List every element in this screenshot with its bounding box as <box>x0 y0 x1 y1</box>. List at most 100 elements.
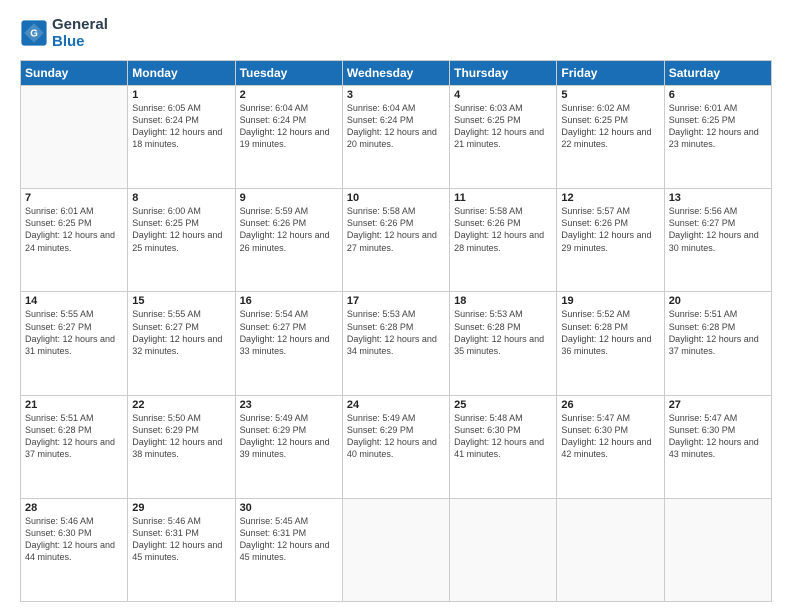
day-number: 23 <box>240 399 338 411</box>
day-number: 16 <box>240 295 338 307</box>
calendar-cell: 1Sunrise: 6:05 AMSunset: 6:24 PMDaylight… <box>128 86 235 189</box>
calendar-cell: 22Sunrise: 5:50 AMSunset: 6:29 PMDayligh… <box>128 395 235 498</box>
day-number: 14 <box>25 295 123 307</box>
day-number: 26 <box>561 399 659 411</box>
calendar-cell: 15Sunrise: 5:55 AMSunset: 6:27 PMDayligh… <box>128 292 235 395</box>
day-info: Sunrise: 5:49 AMSunset: 6:29 PMDaylight:… <box>347 412 445 461</box>
day-info: Sunrise: 5:46 AMSunset: 6:31 PMDaylight:… <box>132 515 230 564</box>
weekday-header-friday: Friday <box>557 61 664 86</box>
calendar-cell: 14Sunrise: 5:55 AMSunset: 6:27 PMDayligh… <box>21 292 128 395</box>
day-info: Sunrise: 5:54 AMSunset: 6:27 PMDaylight:… <box>240 308 338 357</box>
calendar-cell: 7Sunrise: 6:01 AMSunset: 6:25 PMDaylight… <box>21 189 128 292</box>
day-info: Sunrise: 5:48 AMSunset: 6:30 PMDaylight:… <box>454 412 552 461</box>
day-info: Sunrise: 6:04 AMSunset: 6:24 PMDaylight:… <box>240 102 338 151</box>
weekday-header-wednesday: Wednesday <box>342 61 449 86</box>
logo-text: General Blue <box>52 16 108 50</box>
weekday-header-row: SundayMondayTuesdayWednesdayThursdayFrid… <box>21 61 772 86</box>
day-info: Sunrise: 5:47 AMSunset: 6:30 PMDaylight:… <box>561 412 659 461</box>
day-info: Sunrise: 6:01 AMSunset: 6:25 PMDaylight:… <box>669 102 767 151</box>
day-info: Sunrise: 6:02 AMSunset: 6:25 PMDaylight:… <box>561 102 659 151</box>
day-number: 13 <box>669 192 767 204</box>
calendar-cell: 20Sunrise: 5:51 AMSunset: 6:28 PMDayligh… <box>664 292 771 395</box>
calendar-cell: 17Sunrise: 5:53 AMSunset: 6:28 PMDayligh… <box>342 292 449 395</box>
logo: G General Blue <box>20 16 108 50</box>
calendar-week-row: 1Sunrise: 6:05 AMSunset: 6:24 PMDaylight… <box>21 86 772 189</box>
day-number: 6 <box>669 89 767 101</box>
calendar-cell: 26Sunrise: 5:47 AMSunset: 6:30 PMDayligh… <box>557 395 664 498</box>
day-number: 9 <box>240 192 338 204</box>
day-info: Sunrise: 5:53 AMSunset: 6:28 PMDaylight:… <box>454 308 552 357</box>
day-info: Sunrise: 6:00 AMSunset: 6:25 PMDaylight:… <box>132 205 230 254</box>
calendar-cell: 10Sunrise: 5:58 AMSunset: 6:26 PMDayligh… <box>342 189 449 292</box>
calendar-week-row: 21Sunrise: 5:51 AMSunset: 6:28 PMDayligh… <box>21 395 772 498</box>
calendar-cell <box>664 498 771 601</box>
day-number: 19 <box>561 295 659 307</box>
calendar-cell: 29Sunrise: 5:46 AMSunset: 6:31 PMDayligh… <box>128 498 235 601</box>
day-number: 10 <box>347 192 445 204</box>
day-number: 30 <box>240 502 338 514</box>
calendar-cell: 11Sunrise: 5:58 AMSunset: 6:26 PMDayligh… <box>450 189 557 292</box>
day-info: Sunrise: 6:01 AMSunset: 6:25 PMDaylight:… <box>25 205 123 254</box>
weekday-header-monday: Monday <box>128 61 235 86</box>
day-info: Sunrise: 5:50 AMSunset: 6:29 PMDaylight:… <box>132 412 230 461</box>
day-info: Sunrise: 5:51 AMSunset: 6:28 PMDaylight:… <box>669 308 767 357</box>
calendar-cell: 6Sunrise: 6:01 AMSunset: 6:25 PMDaylight… <box>664 86 771 189</box>
calendar-page: G General Blue SundayMondayTuesdayWednes… <box>0 0 792 612</box>
calendar-cell <box>21 86 128 189</box>
calendar-cell: 25Sunrise: 5:48 AMSunset: 6:30 PMDayligh… <box>450 395 557 498</box>
calendar-cell: 28Sunrise: 5:46 AMSunset: 6:30 PMDayligh… <box>21 498 128 601</box>
day-info: Sunrise: 5:49 AMSunset: 6:29 PMDaylight:… <box>240 412 338 461</box>
day-number: 11 <box>454 192 552 204</box>
day-info: Sunrise: 6:03 AMSunset: 6:25 PMDaylight:… <box>454 102 552 151</box>
day-number: 28 <box>25 502 123 514</box>
calendar-cell: 24Sunrise: 5:49 AMSunset: 6:29 PMDayligh… <box>342 395 449 498</box>
svg-text:G: G <box>30 29 38 40</box>
day-number: 4 <box>454 89 552 101</box>
calendar-cell: 9Sunrise: 5:59 AMSunset: 6:26 PMDaylight… <box>235 189 342 292</box>
calendar-cell: 12Sunrise: 5:57 AMSunset: 6:26 PMDayligh… <box>557 189 664 292</box>
day-number: 22 <box>132 399 230 411</box>
day-number: 7 <box>25 192 123 204</box>
day-number: 29 <box>132 502 230 514</box>
day-info: Sunrise: 5:58 AMSunset: 6:26 PMDaylight:… <box>454 205 552 254</box>
day-number: 18 <box>454 295 552 307</box>
day-info: Sunrise: 5:58 AMSunset: 6:26 PMDaylight:… <box>347 205 445 254</box>
calendar-week-row: 14Sunrise: 5:55 AMSunset: 6:27 PMDayligh… <box>21 292 772 395</box>
calendar-week-row: 7Sunrise: 6:01 AMSunset: 6:25 PMDaylight… <box>21 189 772 292</box>
calendar-cell <box>342 498 449 601</box>
calendar-cell: 30Sunrise: 5:45 AMSunset: 6:31 PMDayligh… <box>235 498 342 601</box>
day-number: 1 <box>132 89 230 101</box>
page-header: G General Blue <box>20 16 772 50</box>
calendar-week-row: 28Sunrise: 5:46 AMSunset: 6:30 PMDayligh… <box>21 498 772 601</box>
calendar-cell <box>450 498 557 601</box>
day-number: 15 <box>132 295 230 307</box>
day-info: Sunrise: 5:46 AMSunset: 6:30 PMDaylight:… <box>25 515 123 564</box>
day-info: Sunrise: 5:47 AMSunset: 6:30 PMDaylight:… <box>669 412 767 461</box>
calendar-cell: 19Sunrise: 5:52 AMSunset: 6:28 PMDayligh… <box>557 292 664 395</box>
calendar-cell: 5Sunrise: 6:02 AMSunset: 6:25 PMDaylight… <box>557 86 664 189</box>
weekday-header-tuesday: Tuesday <box>235 61 342 86</box>
calendar-cell: 16Sunrise: 5:54 AMSunset: 6:27 PMDayligh… <box>235 292 342 395</box>
calendar-cell: 2Sunrise: 6:04 AMSunset: 6:24 PMDaylight… <box>235 86 342 189</box>
day-number: 12 <box>561 192 659 204</box>
weekday-header-thursday: Thursday <box>450 61 557 86</box>
day-number: 17 <box>347 295 445 307</box>
day-number: 21 <box>25 399 123 411</box>
day-number: 24 <box>347 399 445 411</box>
day-info: Sunrise: 6:04 AMSunset: 6:24 PMDaylight:… <box>347 102 445 151</box>
calendar-cell: 3Sunrise: 6:04 AMSunset: 6:24 PMDaylight… <box>342 86 449 189</box>
weekday-header-sunday: Sunday <box>21 61 128 86</box>
calendar-cell: 21Sunrise: 5:51 AMSunset: 6:28 PMDayligh… <box>21 395 128 498</box>
day-info: Sunrise: 5:51 AMSunset: 6:28 PMDaylight:… <box>25 412 123 461</box>
day-info: Sunrise: 5:45 AMSunset: 6:31 PMDaylight:… <box>240 515 338 564</box>
calendar-table: SundayMondayTuesdayWednesdayThursdayFrid… <box>20 60 772 602</box>
day-info: Sunrise: 5:56 AMSunset: 6:27 PMDaylight:… <box>669 205 767 254</box>
day-number: 2 <box>240 89 338 101</box>
day-info: Sunrise: 5:52 AMSunset: 6:28 PMDaylight:… <box>561 308 659 357</box>
day-number: 5 <box>561 89 659 101</box>
day-info: Sunrise: 5:53 AMSunset: 6:28 PMDaylight:… <box>347 308 445 357</box>
day-info: Sunrise: 6:05 AMSunset: 6:24 PMDaylight:… <box>132 102 230 151</box>
calendar-cell: 23Sunrise: 5:49 AMSunset: 6:29 PMDayligh… <box>235 395 342 498</box>
day-info: Sunrise: 5:55 AMSunset: 6:27 PMDaylight:… <box>25 308 123 357</box>
day-number: 8 <box>132 192 230 204</box>
